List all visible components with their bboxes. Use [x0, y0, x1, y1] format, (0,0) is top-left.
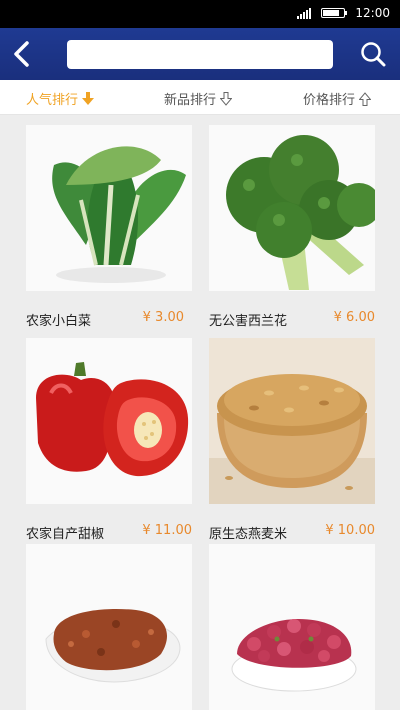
product-name: 原生态燕麦米: [209, 527, 288, 542]
product-image-dried-spice-spoon: [26, 544, 192, 710]
product-name: 农家小白菜: [26, 314, 92, 329]
product-image-rose-bud-tea-bowl: [209, 544, 375, 710]
product-image-bok-choy: [26, 125, 192, 291]
product-card[interactable]: 农家自产甜椒 ¥ 11.00: [26, 338, 192, 542]
search-button[interactable]: [359, 40, 387, 68]
battery-icon: [321, 8, 348, 18]
search-input[interactable]: [67, 40, 333, 69]
product-image-broccoli: [209, 125, 375, 291]
back-arrow-icon: [14, 41, 29, 67]
product-card[interactable]: 农家小白菜 ¥ 3.00: [26, 125, 192, 329]
arrow-down-outline-icon: [220, 91, 233, 106]
product-card[interactable]: [209, 544, 375, 710]
product-price: ¥ 10.00: [325, 523, 375, 538]
product-image-red-bell-pepper: [26, 338, 192, 504]
signal-icon: [297, 7, 312, 19]
sort-tab-popularity[interactable]: 人气排行: [26, 89, 95, 108]
status-bar: 12:00: [0, 0, 400, 28]
product-name: 农家自产甜椒: [26, 527, 105, 542]
sort-tab-label: 价格排行: [303, 93, 356, 108]
product-card[interactable]: 无公害西兰花 ¥ 6.00: [209, 125, 375, 329]
arrow-down-filled-icon: [82, 91, 95, 105]
back-button[interactable]: [10, 40, 34, 68]
app-header: [0, 28, 400, 80]
product-card[interactable]: 原生态燕麦米 ¥ 10.00: [209, 338, 375, 542]
sort-tab-label: 人气排行: [26, 93, 79, 108]
arrow-up-outline-icon: [359, 91, 372, 106]
product-price: ¥ 6.00: [333, 310, 375, 325]
sort-bar: 人气排行 新品排行 价格排行: [0, 80, 400, 115]
sort-tab-label: 新品排行: [164, 93, 217, 108]
product-price: ¥ 11.00: [142, 523, 192, 538]
product-price: ¥ 3.00: [142, 310, 184, 325]
sort-tab-new[interactable]: 新品排行: [164, 89, 233, 108]
product-image-oat-rice-bowl: [209, 338, 375, 504]
status-time: 12:00: [355, 6, 390, 20]
product-name: 无公害西兰花: [209, 314, 288, 329]
search-icon: [361, 42, 386, 67]
sort-tab-price[interactable]: 价格排行: [303, 89, 372, 108]
product-card[interactable]: [26, 544, 192, 710]
